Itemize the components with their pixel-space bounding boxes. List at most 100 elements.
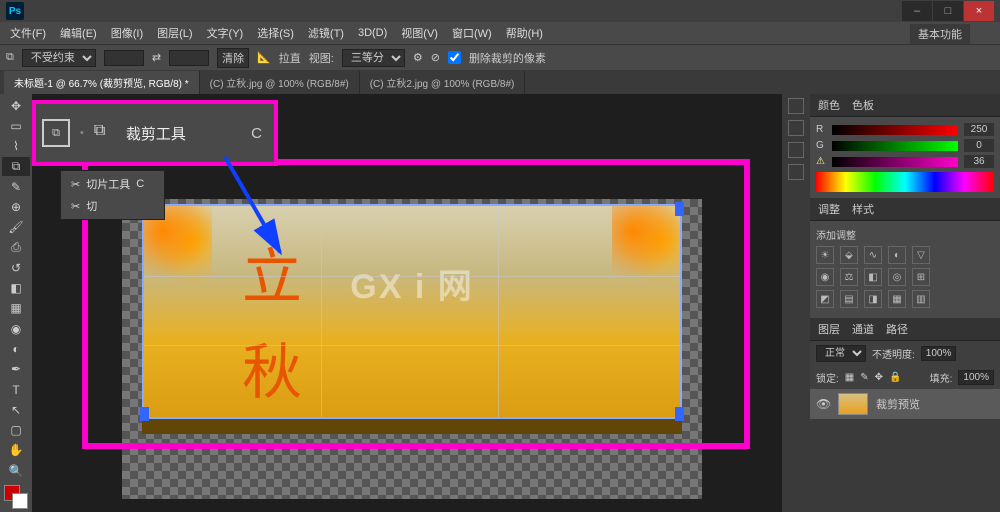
straighten-icon[interactable]: 📐 xyxy=(257,51,271,64)
gradient-tool[interactable]: ▦ xyxy=(2,299,30,318)
workspace-button[interactable]: 基本功能 xyxy=(910,24,970,44)
minimize-button[interactable]: – xyxy=(902,1,932,21)
adj-brightness[interactable]: ☀ xyxy=(816,246,834,264)
eraser-tool[interactable]: ◧ xyxy=(2,279,30,298)
panel-icon-2[interactable] xyxy=(788,120,804,136)
canvas-area[interactable]: ⧉ • ⧉ 裁剪工具 C ✂切片工具C ✂切 GX i 网 立 秋 xyxy=(32,94,782,512)
background-color[interactable] xyxy=(12,493,28,509)
zoom-tool[interactable]: 🔍 xyxy=(2,461,30,480)
blend-mode-select[interactable]: 正常 xyxy=(816,345,866,362)
menu-view[interactable]: 视图(V) xyxy=(395,23,444,43)
blur-tool[interactable]: ◉ xyxy=(2,319,30,338)
menu-3d[interactable]: 3D(D) xyxy=(352,25,393,41)
adj-bw[interactable]: ◧ xyxy=(864,268,882,286)
visibility-toggle[interactable]: 👁 xyxy=(816,397,830,411)
lock-paint-icon[interactable]: ✎ xyxy=(860,372,868,383)
healing-tool[interactable]: ⊕ xyxy=(2,197,30,216)
adj-poster[interactable]: ▤ xyxy=(840,290,858,308)
adj-photo[interactable]: ◎ xyxy=(888,268,906,286)
crop-handle-br[interactable] xyxy=(675,407,684,421)
adj-hue[interactable]: ◉ xyxy=(816,268,834,286)
history-brush-tool[interactable]: ↺ xyxy=(2,258,30,277)
tab-paths[interactable]: 路径 xyxy=(886,321,908,337)
adj-curves[interactable]: ∿ xyxy=(864,246,882,264)
adj-select[interactable]: ▥ xyxy=(912,290,930,308)
menu-type[interactable]: 文字(Y) xyxy=(201,23,250,43)
opacity-value[interactable]: 100% xyxy=(921,346,957,361)
color-spectrum[interactable] xyxy=(816,172,994,192)
menu-layer[interactable]: 图层(L) xyxy=(151,23,198,43)
crop-height-input[interactable] xyxy=(169,50,209,66)
adj-vibrance[interactable]: ▽ xyxy=(912,246,930,264)
layer-name[interactable]: 裁剪预览 xyxy=(876,396,920,412)
lock-pixels-icon[interactable]: ▦ xyxy=(845,372,854,383)
panel-icon-4[interactable] xyxy=(788,164,804,180)
layer-thumbnail[interactable] xyxy=(838,393,868,415)
tab-color[interactable]: 颜色 xyxy=(818,97,840,113)
layer-row[interactable]: 👁 裁剪预览 xyxy=(810,389,1000,419)
menu-edit[interactable]: 编辑(E) xyxy=(54,23,103,43)
dodge-tool[interactable]: ◐ xyxy=(2,339,30,358)
doctab-1[interactable]: 未标题-1 @ 66.7% (裁剪预览, RGB/8) * xyxy=(4,71,200,94)
pen-tool[interactable]: ✒ xyxy=(2,360,30,379)
crop-tool[interactable]: ⧉ xyxy=(2,157,30,176)
type-tool[interactable]: T xyxy=(2,380,30,399)
menu-window[interactable]: 窗口(W) xyxy=(446,23,498,43)
menu-select[interactable]: 选择(S) xyxy=(251,23,300,43)
panel-icon-1[interactable] xyxy=(788,98,804,114)
r-value[interactable]: 250 xyxy=(964,123,994,136)
g-slider[interactable] xyxy=(832,141,958,151)
adj-gradient[interactable]: ▦ xyxy=(888,290,906,308)
stamp-tool[interactable]: ⎙ xyxy=(2,238,30,257)
marquee-tool[interactable]: ▭ xyxy=(2,116,30,135)
eyedropper-tool[interactable]: ✎ xyxy=(2,177,30,196)
adj-thresh[interactable]: ◨ xyxy=(864,290,882,308)
fill-value[interactable]: 100% xyxy=(958,370,994,385)
move-tool[interactable]: ✥ xyxy=(2,96,30,115)
hand-tool[interactable]: ✋ xyxy=(2,441,30,460)
doctab-3[interactable]: (C) 立秋2.jpg @ 100% (RGB/8#) xyxy=(360,71,526,94)
b-slider[interactable] xyxy=(832,157,958,167)
adj-balance[interactable]: ⚖ xyxy=(840,268,858,286)
tab-layers[interactable]: 图层 xyxy=(818,321,840,337)
shape-tool[interactable]: ▢ xyxy=(2,421,30,440)
cancel-icon[interactable]: ⊘ xyxy=(431,51,440,64)
path-tool[interactable]: ↖ xyxy=(2,400,30,419)
menu-file[interactable]: 文件(F) xyxy=(4,23,52,43)
submenu-slice[interactable]: ✂切片工具C xyxy=(61,173,164,195)
crop-preset-select[interactable]: 不受约束 xyxy=(22,49,96,67)
panel-icon-3[interactable] xyxy=(788,142,804,158)
delete-checkbox[interactable] xyxy=(448,51,461,64)
maximize-button[interactable]: □ xyxy=(933,1,963,21)
adj-invert[interactable]: ◩ xyxy=(816,290,834,308)
brush-tool[interactable]: 🖌 xyxy=(2,218,30,237)
titlebar: Ps – □ × xyxy=(0,0,1000,22)
crop-handle-tr[interactable] xyxy=(675,202,684,216)
menu-help[interactable]: 帮助(H) xyxy=(500,23,549,43)
clear-button[interactable]: 清除 xyxy=(217,48,249,68)
b-value[interactable]: 36 xyxy=(964,155,994,168)
tab-swatches[interactable]: 色板 xyxy=(852,97,874,113)
gear-icon[interactable]: ⚙ xyxy=(413,51,423,64)
tab-styles[interactable]: 样式 xyxy=(852,201,874,217)
view-select[interactable]: 三等分 xyxy=(342,49,405,67)
lock-move-icon[interactable]: ✥ xyxy=(875,372,883,383)
close-button[interactable]: × xyxy=(964,1,994,21)
g-value[interactable]: 0 xyxy=(964,139,994,152)
lock-all-icon[interactable]: 🔒 xyxy=(889,372,901,383)
submenu-slice-select[interactable]: ✂切 xyxy=(61,195,164,217)
adj-mixer[interactable]: ⊞ xyxy=(912,268,930,286)
adj-levels[interactable]: ⬙ xyxy=(840,246,858,264)
lasso-tool[interactable]: ⌇ xyxy=(2,137,30,156)
crop-width-input[interactable] xyxy=(104,50,144,66)
adj-exposure[interactable]: ◐ xyxy=(888,246,906,264)
color-swatches[interactable] xyxy=(2,485,30,510)
menu-image[interactable]: 图像(I) xyxy=(105,23,149,43)
swap-icon[interactable]: ⇄ xyxy=(152,51,161,64)
tab-channels[interactable]: 通道 xyxy=(852,321,874,337)
crop-handle-bl[interactable] xyxy=(140,407,149,421)
tab-adjustments[interactable]: 调整 xyxy=(818,201,840,217)
doctab-2[interactable]: (C) 立秋.jpg @ 100% (RGB/8#) xyxy=(200,71,360,94)
menu-filter[interactable]: 滤镜(T) xyxy=(302,23,350,43)
r-slider[interactable] xyxy=(832,125,958,135)
